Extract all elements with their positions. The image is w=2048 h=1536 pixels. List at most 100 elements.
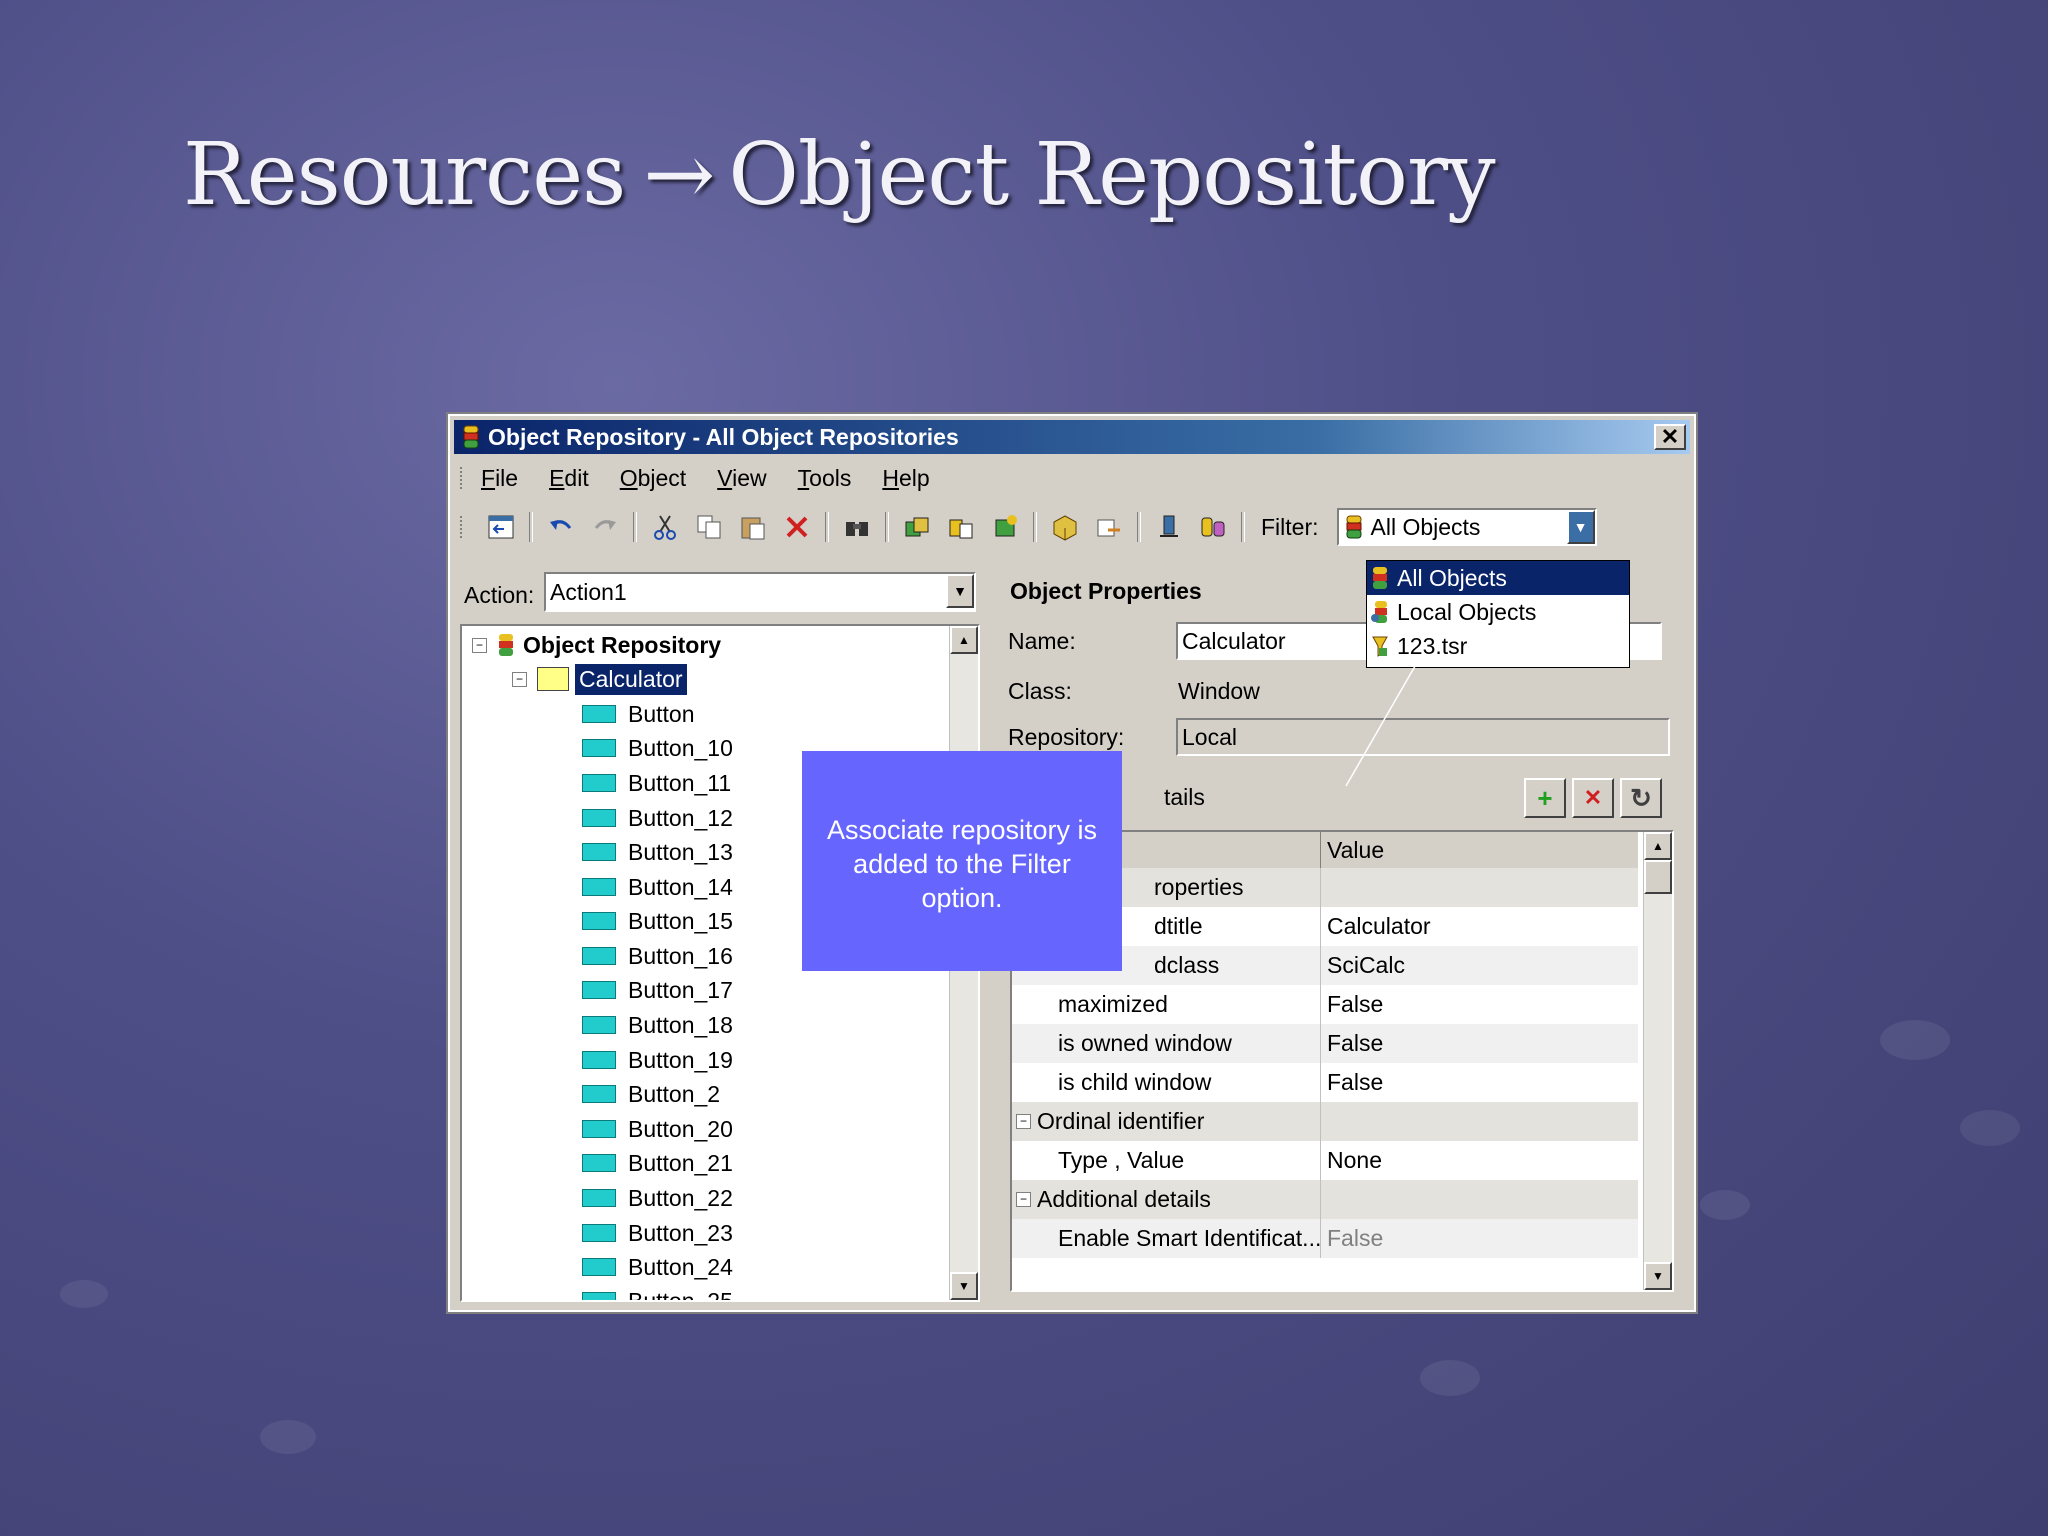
- filter-dropdown-button[interactable]: ▼: [1566, 510, 1595, 544]
- redo-icon: [594, 520, 616, 530]
- button-object-icon: [582, 981, 616, 999]
- filter-option-local-objects[interactable]: Local Objects: [1367, 595, 1629, 629]
- highlight-icon: [995, 515, 1017, 537]
- action-value: Action1: [550, 578, 627, 605]
- chevron-down-icon: ▼: [1652, 1269, 1664, 1283]
- tree-item[interactable]: Button_15: [582, 904, 733, 938]
- remove-property-button[interactable]: ✕: [1572, 778, 1614, 818]
- filter-option-all-objects[interactable]: All Objects: [1367, 561, 1629, 595]
- background-decoration: [1420, 1360, 1480, 1396]
- find-button[interactable]: [840, 510, 874, 544]
- value-column-header[interactable]: Value: [1320, 832, 1384, 868]
- menu-view[interactable]: View: [715, 463, 768, 494]
- merge-icon: [1201, 517, 1225, 537]
- scroll-down-button[interactable]: ▼: [950, 1272, 978, 1300]
- copy-button[interactable]: [692, 510, 726, 544]
- window-icon: [537, 667, 569, 691]
- tree-item[interactable]: Button_23: [582, 1216, 733, 1250]
- highlight-button[interactable]: [988, 510, 1022, 544]
- tree-item[interactable]: Button_17: [582, 973, 733, 1007]
- filter-select[interactable]: All Objects ▼: [1336, 508, 1597, 546]
- redo-button[interactable]: [588, 510, 622, 544]
- scroll-up-button[interactable]: ▲: [1644, 832, 1672, 860]
- grid-row[interactable]: is owned window False: [1012, 1024, 1638, 1063]
- tree-item[interactable]: Button_20: [582, 1112, 733, 1146]
- local-repository-icon: [1371, 601, 1387, 623]
- grid-row[interactable]: is child window False: [1012, 1063, 1638, 1102]
- tree-item[interactable]: Button_24: [582, 1250, 733, 1284]
- export-button[interactable]: [1048, 510, 1082, 544]
- tree-item[interactable]: Button_19: [582, 1043, 733, 1077]
- toolbar-separator: [633, 512, 637, 542]
- navigate-icon: [488, 515, 514, 539]
- cut-button[interactable]: [648, 510, 682, 544]
- object-spy-button[interactable]: [944, 510, 978, 544]
- button-object-icon: [582, 1258, 616, 1276]
- collapse-icon[interactable]: −: [512, 671, 527, 687]
- restore-properties-button[interactable]: ↻: [1620, 778, 1662, 818]
- add-property-button[interactable]: +: [1524, 778, 1566, 818]
- collapse-icon[interactable]: −: [1016, 1192, 1031, 1207]
- menu-edit[interactable]: Edit: [547, 463, 591, 494]
- merge-button[interactable]: [1196, 510, 1230, 544]
- tree-item[interactable]: Button_21: [582, 1146, 733, 1180]
- tree-item[interactable]: Button_22: [582, 1181, 733, 1215]
- tree-item[interactable]: Button: [582, 697, 695, 731]
- tree-item[interactable]: Button_10: [582, 731, 733, 765]
- menu-help[interactable]: Help: [880, 463, 931, 494]
- toolbar-grip[interactable]: [460, 516, 465, 538]
- background-decoration: [1880, 1020, 1950, 1060]
- tree-item[interactable]: Button_12: [582, 801, 733, 835]
- action-dropdown-button[interactable]: ▼: [946, 574, 974, 608]
- tree-item[interactable]: Button_16: [582, 939, 733, 973]
- tree-root-label: Object Repository: [523, 631, 722, 658]
- delete-icon: [786, 516, 808, 538]
- window-titlebar[interactable]: Object Repository - All Object Repositor…: [454, 420, 1690, 454]
- close-button[interactable]: ✕: [1654, 424, 1686, 450]
- menu-file[interactable]: File: [479, 463, 520, 494]
- grid-row[interactable]: Type , Value None: [1012, 1141, 1638, 1180]
- import-icon: [1097, 519, 1120, 537]
- tree-item[interactable]: Button_11: [582, 766, 731, 800]
- add-objects-button[interactable]: [900, 510, 934, 544]
- tree-item[interactable]: Button_14: [582, 870, 733, 904]
- chevron-up-icon: ▲: [1652, 839, 1664, 853]
- tree-item[interactable]: Button_2: [582, 1077, 720, 1111]
- grid-row[interactable]: maximized False: [1012, 985, 1638, 1024]
- tree-item[interactable]: Button_25: [582, 1284, 733, 1300]
- button-object-icon: [582, 1189, 616, 1207]
- menubar-grip[interactable]: [460, 467, 465, 489]
- scroll-thumb[interactable]: [1644, 860, 1672, 894]
- delete-button[interactable]: [780, 510, 814, 544]
- collapse-icon[interactable]: −: [1016, 1114, 1031, 1129]
- toolbar-separator: [1033, 512, 1037, 542]
- tree-root-row[interactable]: − Object Repository: [472, 628, 721, 662]
- right-arrow-icon: →: [643, 125, 715, 225]
- tree-item[interactable]: Button_13: [582, 835, 733, 869]
- menu-tools[interactable]: Tools: [796, 463, 854, 494]
- menu-object[interactable]: Object: [618, 463, 688, 494]
- title-right: Object Repository: [728, 125, 1495, 225]
- associate-repository-button[interactable]: [1152, 510, 1186, 544]
- toolbar: Filter: All Objects ▼: [454, 504, 1690, 550]
- grid-group-row[interactable]: − Ordinal identifier: [1012, 1102, 1638, 1141]
- paste-button[interactable]: [736, 510, 770, 544]
- navigate-button[interactable]: [484, 510, 518, 544]
- grid-row[interactable]: Enable Smart Identificat... False: [1012, 1219, 1638, 1258]
- import-button[interactable]: [1092, 510, 1126, 544]
- button-object-icon: [582, 1120, 616, 1138]
- button-object-icon: [582, 1016, 616, 1034]
- action-select[interactable]: Action1 ▼: [544, 572, 976, 612]
- scroll-down-button[interactable]: ▼: [1644, 1262, 1672, 1290]
- tree-item[interactable]: Button_18: [582, 1008, 733, 1042]
- filter-label: Filter:: [1261, 513, 1319, 540]
- grid-scrollbar[interactable]: ▲ ▼: [1643, 832, 1672, 1290]
- toolbar-separator: [1137, 512, 1141, 542]
- grid-group-row[interactable]: − Additional details: [1012, 1180, 1638, 1219]
- undo-button[interactable]: [544, 510, 578, 544]
- tree-node-row[interactable]: − Calculator: [512, 662, 687, 696]
- add-objects-icon: [905, 517, 929, 537]
- scroll-up-button[interactable]: ▲: [950, 626, 978, 654]
- button-object-icon: [582, 1292, 616, 1300]
- collapse-icon[interactable]: −: [472, 637, 487, 653]
